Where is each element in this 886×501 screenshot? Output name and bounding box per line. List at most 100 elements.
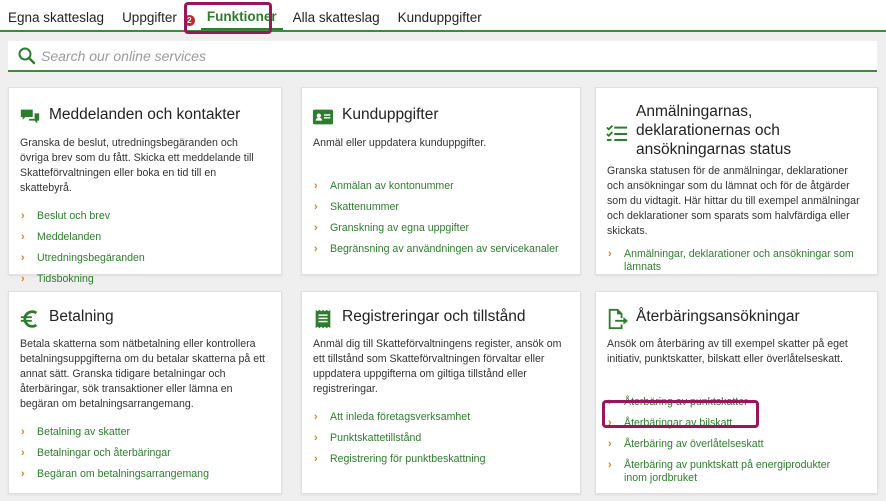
card-header: Kunduppgifter [312,105,580,128]
chevron-right-icon: › [314,201,318,213]
chevron-right-icon: › [21,231,25,243]
link-label: Tidsbokning [37,273,94,285]
chevron-right-icon: › [21,447,25,459]
link-att-inleda-foretagsverksamhet[interactable]: › Att inleda företagsverksamhet [314,411,580,424]
link-label: Anmälningar, deklarationer och ansökning… [624,248,854,273]
card-description: Ansök om återbäring av till exempel skat… [607,338,848,365]
card-status: Anmälningarnas, deklarationernas och ans… [595,87,878,275]
card-title: Återbäringsansökningar [636,308,800,325]
tab-label: Egna skatteslag [8,10,105,25]
link-begaran-om-betalningsarrangemang[interactable]: › Begäran om betalningsarrangemang [21,468,281,481]
link-skattenummer[interactable]: › Skattenummer [314,201,580,214]
tab-kunduppgifter[interactable]: Kunduppgifter [398,10,490,30]
highlight-frame-tab [184,2,272,34]
link-list: › Anmälningar, deklarationer och ansöknin… [608,248,877,274]
link-label: Beslut och brev [37,210,111,222]
search-bar [8,41,877,72]
chevron-right-icon: › [608,438,612,450]
card-description: Betala skatterna som nätbetalning eller … [20,338,265,410]
link-punktskattetillstand[interactable]: › Punktskattetillstånd [314,432,580,445]
link-label: Betalning av skatter [37,426,131,438]
receipt-icon [315,309,331,329]
chevron-right-icon: › [608,248,612,260]
link-label: Utredningsbegäranden [37,252,145,264]
chevron-right-icon: › [314,180,318,192]
link-aterbaring-energiprodukter-jordbruket[interactable]: › Återbäring av punktskatt på energiprodu… [608,459,877,485]
card-registreringar: Registreringar och tillstånd Anmäl dig t… [301,291,581,494]
card-header: Återbäringsansökningar [606,307,877,330]
tab-uppgifter[interactable]: Uppgifter 2 [122,10,195,30]
chevron-right-icon: › [21,210,25,222]
chevron-right-icon: › [608,459,612,471]
checklist-icon [606,125,628,141]
link-beslut-och-brev[interactable]: › Beslut och brev [21,210,281,223]
link-anmalan-av-kontonummer[interactable]: › Anmälan av kontonummer [314,180,580,193]
link-label: Anmälan av kontonummer [330,180,454,192]
chevron-right-icon: › [21,426,25,438]
tab-alla-skatteslag[interactable]: Alla skatteslag [293,10,388,30]
tab-label: Uppgifter [122,10,177,25]
search-icon [18,47,36,64]
link-anmalningar-som-lamnats[interactable]: › Anmälningar, deklarationer och ansöknin… [608,248,877,274]
chevron-right-icon: › [314,243,318,255]
link-list: › Att inleda företagsverksamhet › Punktska… [314,411,580,466]
euro-icon [20,310,38,328]
link-meddelanden[interactable]: › Meddelanden [21,231,281,244]
card-header: Betalning [19,307,281,330]
card-title: Anmälningarnas, deklarationernas och ans… [636,103,792,158]
card-aterbaringsansokningar: Återbäringsansökningar Ansök om återbäri… [595,291,878,494]
link-label: Punktskattetillstånd [330,432,422,444]
link-list: › Beslut och brev › Meddelanden › Utredning… [21,210,281,286]
card-description: Anmäl dig till Skatteförvaltningens regi… [313,338,562,395]
link-label: Återbäring av överlåtelseskatt [624,438,764,450]
card-betalning: Betalning Betala skatterna som nätbetaln… [8,291,282,494]
card-kunduppgifter: Kunduppgifter Anmäl eller uppdatera kund… [301,87,581,275]
highlight-frame-link [602,400,759,428]
search-input[interactable] [41,47,861,64]
card-description: Granska de beslut, utredningsbegäranden … [20,137,254,194]
link-label: Skattenummer [330,201,399,213]
link-label: Att inleda företagsverksamhet [330,411,471,423]
link-label: Meddelanden [37,231,102,243]
link-aterbaring-av-overlatelseskatt[interactable]: › Återbäring av överlåtelseskatt [608,438,877,451]
tab-label: Alla skatteslag [292,10,380,25]
chevron-right-icon: › [314,411,318,423]
link-begransning-servicekanaler[interactable]: › Begränsning av användningen av servicek… [314,243,580,256]
link-label: Begäran om betalningsarrangemang [37,468,209,480]
link-registrering-for-punktbeskattning[interactable]: › Registrering för punktbeskattning [314,453,580,466]
link-betalningar-och-aterbaringar[interactable]: › Betalningar och återbäringar [21,447,281,460]
link-label: Begränsning av användningen av serviceka… [330,243,559,255]
link-tidsbokning[interactable]: › Tidsbokning [21,273,281,286]
link-utredningsbegaranden[interactable]: › Utredningsbegäranden [21,252,281,265]
link-label: Registrering för punktbeskattning [330,453,486,465]
card-header: Meddelanden och kontakter [19,105,281,128]
chevron-right-icon: › [314,432,318,444]
card-title: Betalning [49,308,114,325]
link-label: Betalningar och återbäringar [37,447,171,459]
card-description: Anmäl eller uppdatera kunduppgifter. [313,137,487,149]
chat-bubbles-icon [20,109,40,124]
card-description: Granska statusen för de anmälningar, dek… [607,165,860,237]
chevron-right-icon: › [314,453,318,465]
chevron-right-icon: › [21,273,25,285]
link-list: › Anmälan av kontonummer › Skattenummer › G… [314,180,580,256]
link-betalning-av-skatter[interactable]: › Betalning av skatter [21,426,281,439]
card-title: Meddelanden och kontakter [49,106,241,123]
link-list: › Betalning av skatter › Betalningar och å… [21,426,281,481]
card-meddelanden: Meddelanden och kontakter Granska de bes… [8,87,282,285]
chevron-right-icon: › [21,468,25,480]
link-granskning-av-egna-uppgifter[interactable]: › Granskning av egna uppgifter [314,222,580,235]
card-title: Registreringar och tillstånd [342,308,526,325]
top-navigation: Egna skatteslag Uppgifter 2 Funktioner Al… [0,0,886,32]
document-export-icon [608,308,628,330]
link-label: Återbäring av punktskatt på energiproduk… [624,459,831,484]
id-card-icon [312,109,334,125]
card-header: Registreringar och tillstånd [312,307,580,330]
tab-label: Kunduppgifter [397,10,482,25]
card-title: Kunduppgifter [342,106,439,123]
card-header: Anmälningarnas, deklarationernas och ans… [606,102,877,159]
link-label: Granskning av egna uppgifter [330,222,469,234]
tab-egna-skatteslag[interactable]: Egna skatteslag [8,10,112,30]
chevron-right-icon: › [21,252,25,264]
chevron-right-icon: › [314,222,318,234]
